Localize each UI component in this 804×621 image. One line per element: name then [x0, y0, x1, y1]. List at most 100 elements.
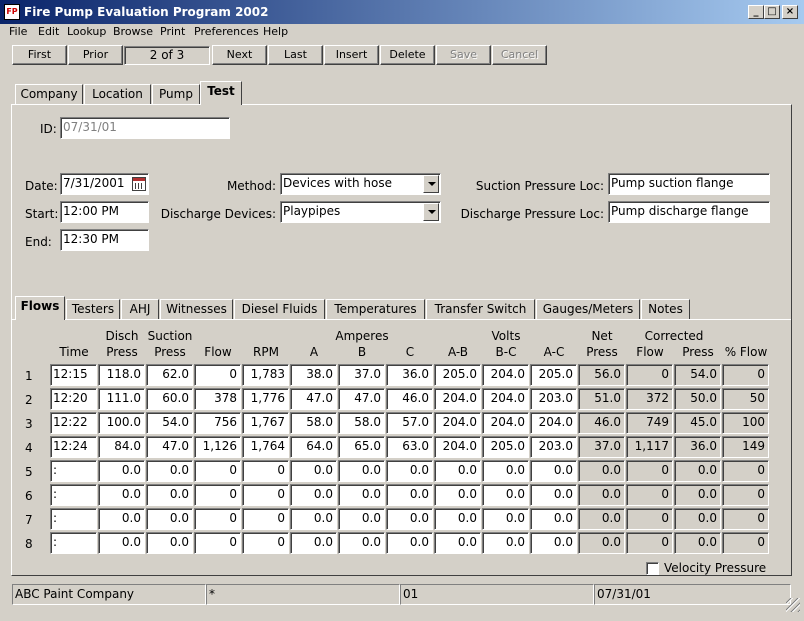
- cell-flow[interactable]: 0: [194, 364, 241, 386]
- menu-lookup[interactable]: Lookup: [67, 25, 106, 38]
- menu-edit[interactable]: Edit: [38, 25, 59, 38]
- cell-rpm[interactable]: 0: [242, 532, 289, 554]
- cell-rpm[interactable]: 1,767: [242, 412, 289, 434]
- cell-disch-press[interactable]: 0.0: [98, 484, 145, 506]
- suction-loc-field[interactable]: Pump suction flange: [608, 173, 770, 195]
- cell-volts-ac[interactable]: 204.0: [530, 412, 577, 434]
- cell-suction-press[interactable]: 0.0: [146, 484, 193, 506]
- cell-disch-press[interactable]: 84.0: [98, 436, 145, 458]
- chevron-down-icon[interactable]: [423, 203, 439, 221]
- cell-amps-a[interactable]: 0.0: [290, 460, 337, 482]
- cell-amps-c[interactable]: 63.0: [386, 436, 433, 458]
- cell-suction-press[interactable]: 60.0: [146, 388, 193, 410]
- cell-amps-a[interactable]: 58.0: [290, 412, 337, 434]
- title-bar[interactable]: FP Fire Pump Evaluation Program 2002 _ □…: [0, 0, 804, 24]
- calendar-icon[interactable]: [132, 177, 146, 191]
- cell-volts-bc[interactable]: 205.0: [482, 436, 529, 458]
- delete-button[interactable]: Delete: [380, 45, 435, 65]
- cell-amps-b[interactable]: 0.0: [338, 460, 385, 482]
- cell-suction-press[interactable]: 47.0: [146, 436, 193, 458]
- cell-amps-b[interactable]: 58.0: [338, 412, 385, 434]
- discharge-loc-field[interactable]: Pump discharge flange: [608, 201, 770, 223]
- cell-time[interactable]: 12:15: [50, 364, 97, 386]
- cell-flow[interactable]: 756: [194, 412, 241, 434]
- menu-help[interactable]: Help: [263, 25, 288, 38]
- cell-flow[interactable]: 1,126: [194, 436, 241, 458]
- cell-amps-a[interactable]: 0.0: [290, 508, 337, 530]
- cell-suction-press[interactable]: 0.0: [146, 508, 193, 530]
- menu-preferences[interactable]: Preferences: [194, 25, 259, 38]
- cell-volts-ac[interactable]: 205.0: [530, 364, 577, 386]
- cell-disch-press[interactable]: 0.0: [98, 532, 145, 554]
- cell-disch-press[interactable]: 0.0: [98, 508, 145, 530]
- cell-volts-bc[interactable]: 204.0: [482, 364, 529, 386]
- cell-volts-ab[interactable]: 0.0: [434, 460, 481, 482]
- cell-volts-ab[interactable]: 0.0: [434, 484, 481, 506]
- cell-volts-ac[interactable]: 0.0: [530, 460, 577, 482]
- subtab-transfer-switch[interactable]: Transfer Switch: [426, 299, 535, 320]
- cell-suction-press[interactable]: 0.0: [146, 460, 193, 482]
- app-icon[interactable]: FP: [4, 4, 20, 20]
- cell-volts-bc[interactable]: 0.0: [482, 460, 529, 482]
- last-button[interactable]: Last: [268, 45, 323, 65]
- cell-volts-ac[interactable]: 0.0: [530, 532, 577, 554]
- id-field[interactable]: 07/31/01: [60, 117, 230, 139]
- cell-volts-ac[interactable]: 203.0: [530, 436, 577, 458]
- subtab-ahj[interactable]: AHJ: [121, 299, 159, 320]
- cell-amps-b[interactable]: 0.0: [338, 508, 385, 530]
- resize-grip-icon[interactable]: [786, 598, 800, 612]
- maximize-button[interactable]: □: [764, 5, 780, 19]
- prior-button[interactable]: Prior: [68, 45, 123, 65]
- cell-amps-c[interactable]: 0.0: [386, 508, 433, 530]
- next-button[interactable]: Next: [212, 45, 267, 65]
- subtab-testers[interactable]: Testers: [66, 299, 120, 320]
- cell-amps-c[interactable]: 36.0: [386, 364, 433, 386]
- date-field[interactable]: 7/31/2001: [60, 173, 149, 195]
- cell-rpm[interactable]: 0: [242, 508, 289, 530]
- cell-amps-b[interactable]: 37.0: [338, 364, 385, 386]
- cell-flow[interactable]: 0: [194, 532, 241, 554]
- subtab-flows[interactable]: Flows: [15, 296, 65, 320]
- cell-amps-a[interactable]: 47.0: [290, 388, 337, 410]
- cell-rpm[interactable]: 1,776: [242, 388, 289, 410]
- minimize-button[interactable]: _: [748, 5, 764, 19]
- cell-volts-ab[interactable]: 204.0: [434, 412, 481, 434]
- cell-volts-bc[interactable]: 204.0: [482, 388, 529, 410]
- cell-disch-press[interactable]: 0.0: [98, 460, 145, 482]
- cell-time[interactable]: :: [50, 460, 97, 482]
- cell-volts-ab[interactable]: 0.0: [434, 532, 481, 554]
- tab-test[interactable]: Test: [200, 81, 242, 105]
- cell-amps-c[interactable]: 0.0: [386, 460, 433, 482]
- cell-flow[interactable]: 378: [194, 388, 241, 410]
- insert-button[interactable]: Insert: [324, 45, 379, 65]
- tab-location[interactable]: Location: [84, 84, 151, 105]
- cell-time[interactable]: 12:22: [50, 412, 97, 434]
- subtab-diesel-fluids[interactable]: Diesel Fluids: [234, 299, 325, 320]
- menu-browse[interactable]: Browse: [113, 25, 153, 38]
- subtab-witnesses[interactable]: Witnesses: [160, 299, 233, 320]
- cell-time[interactable]: 12:20: [50, 388, 97, 410]
- cell-volts-bc[interactable]: 204.0: [482, 412, 529, 434]
- cell-amps-b[interactable]: 47.0: [338, 388, 385, 410]
- menu-file[interactable]: File: [9, 25, 27, 38]
- cell-volts-ab[interactable]: 204.0: [434, 388, 481, 410]
- cell-rpm[interactable]: 1,783: [242, 364, 289, 386]
- cell-amps-c[interactable]: 57.0: [386, 412, 433, 434]
- cell-time[interactable]: :: [50, 508, 97, 530]
- tab-pump[interactable]: Pump: [152, 84, 200, 105]
- discharge-devices-select[interactable]: Playpipes: [280, 201, 441, 223]
- cell-volts-ab[interactable]: 0.0: [434, 508, 481, 530]
- cell-suction-press[interactable]: 54.0: [146, 412, 193, 434]
- subtab-notes[interactable]: Notes: [641, 299, 690, 320]
- chevron-down-icon[interactable]: [423, 175, 439, 193]
- cell-volts-bc[interactable]: 0.0: [482, 508, 529, 530]
- close-button[interactable]: ×: [782, 5, 798, 19]
- cell-suction-press[interactable]: 62.0: [146, 364, 193, 386]
- cell-suction-press[interactable]: 0.0: [146, 532, 193, 554]
- cell-time[interactable]: :: [50, 484, 97, 506]
- start-time-field[interactable]: 12:00 PM: [60, 201, 149, 223]
- end-time-field[interactable]: 12:30 PM: [60, 229, 149, 251]
- cancel-button[interactable]: Cancel: [492, 45, 547, 65]
- cell-flow[interactable]: 0: [194, 508, 241, 530]
- cell-volts-ab[interactable]: 204.0: [434, 436, 481, 458]
